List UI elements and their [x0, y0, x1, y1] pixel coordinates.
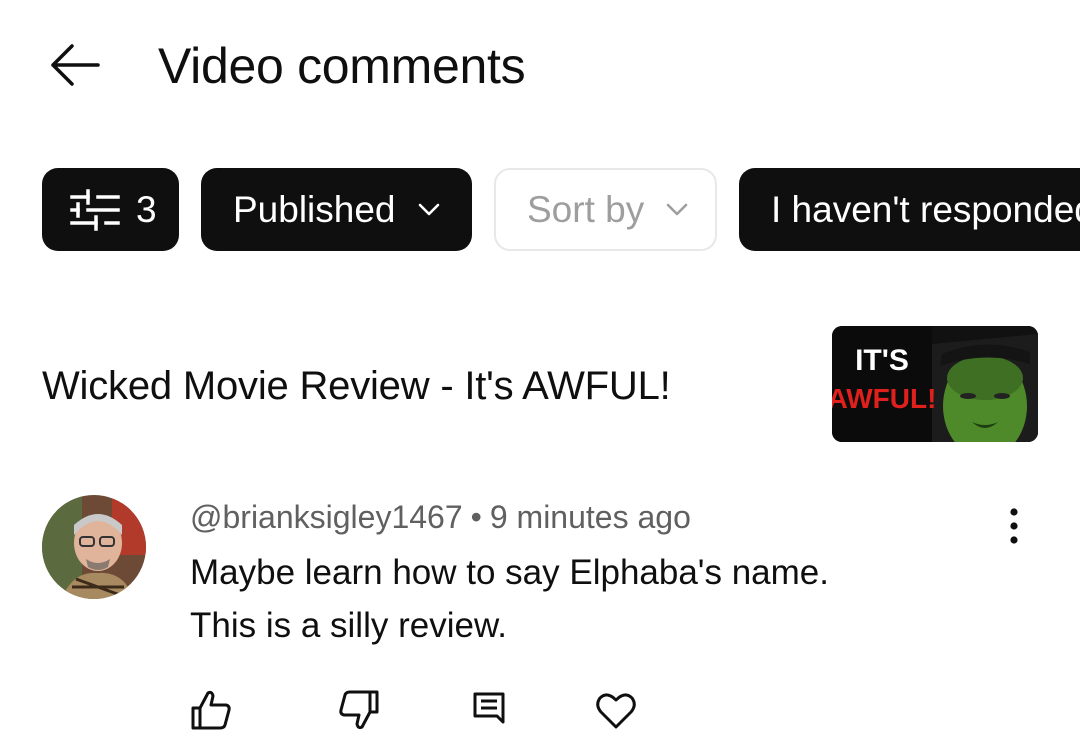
- comment-time: 9 minutes ago: [489, 499, 691, 535]
- reply-button[interactable]: [467, 688, 511, 732]
- filter-sliders-icon: [70, 188, 120, 231]
- comment-text: Maybe learn how to say Elphaba's name. T…: [190, 546, 829, 652]
- published-label: Published: [233, 188, 396, 230]
- avatar[interactable]: [42, 495, 146, 599]
- more-options-button[interactable]: [996, 506, 1032, 546]
- like-button[interactable]: [189, 688, 233, 732]
- page-title: Video comments: [158, 38, 526, 94]
- filter-chip[interactable]: 3: [42, 168, 179, 251]
- sort-by-dropdown[interactable]: Sort by: [494, 168, 717, 251]
- published-dropdown[interactable]: Published: [201, 168, 472, 251]
- unresponded-filter-chip[interactable]: I haven't responded: [739, 168, 1080, 251]
- comment-line: This is a silly review.: [190, 606, 508, 645]
- chevron-down-icon: [418, 203, 440, 217]
- reply-icon: [473, 692, 505, 724]
- thumbnail-text-line1: IT'S: [855, 344, 909, 377]
- comment-meta: @brianksigley1467 • 9 minutes ago: [190, 496, 691, 538]
- arrow-left-icon: [51, 44, 100, 86]
- more-vert-icon: [1010, 508, 1018, 544]
- video-thumbnail[interactable]: IT'S AWFUL!: [832, 326, 1038, 442]
- unresponded-label: I haven't responded: [771, 188, 1080, 230]
- heart-button[interactable]: [594, 688, 638, 732]
- comment-author[interactable]: @brianksigley1467: [190, 499, 463, 535]
- heart-icon: [596, 693, 636, 729]
- comment-line: Maybe learn how to say Elphaba's name.: [190, 553, 829, 592]
- thumbs-up-icon: [191, 690, 231, 730]
- back-button[interactable]: [48, 38, 102, 92]
- video-title: Wicked Movie Review - It's AWFUL!: [42, 364, 671, 408]
- filter-count: 3: [136, 188, 157, 230]
- thumbs-down-icon: [339, 690, 379, 730]
- chevron-down-icon: [666, 203, 688, 217]
- meta-separator: •: [470, 499, 482, 535]
- sort-label: Sort by: [527, 188, 645, 230]
- thumbnail-text-line2: AWFUL!: [832, 383, 936, 414]
- dislike-button[interactable]: [337, 688, 381, 732]
